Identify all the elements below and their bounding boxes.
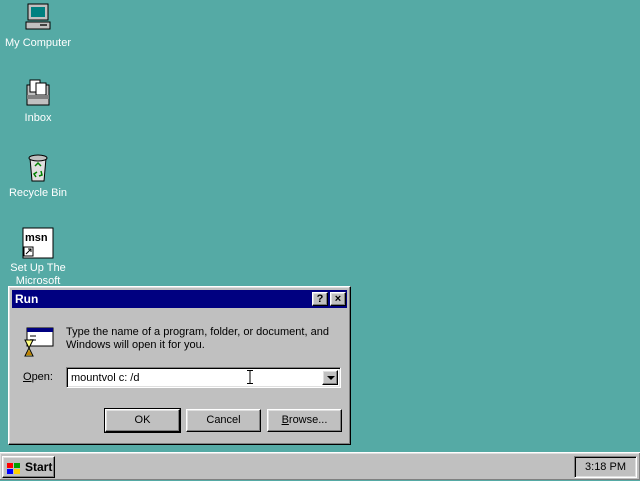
- desktop-icon-label: Inbox: [24, 112, 52, 124]
- open-dropdown-button[interactable]: [322, 370, 338, 385]
- desktop-icon-label: Recycle Bin: [8, 187, 68, 199]
- text-cursor-icon: [247, 370, 253, 384]
- open-label-text: pen:: [31, 371, 53, 383]
- browse-button[interactable]: Browse...: [267, 409, 342, 432]
- cancel-button[interactable]: Cancel: [186, 409, 261, 432]
- open-label: Open:: [23, 371, 53, 383]
- run-prompt-text: Type the name of a program, folder, or d…: [66, 326, 329, 351]
- chevron-down-icon: [327, 376, 335, 380]
- windows-logo-icon: [7, 461, 21, 474]
- msn-icon: msn: [22, 227, 54, 259]
- recycle-bin-icon: [22, 152, 54, 184]
- help-icon: ?: [316, 293, 324, 305]
- ok-button-label: OK: [134, 414, 151, 426]
- inbox-icon: [22, 77, 54, 109]
- desktop-icon-inbox[interactable]: Inbox: [0, 77, 76, 125]
- clock-text: 3:18 PM: [585, 461, 626, 473]
- run-icon: [23, 326, 55, 358]
- desktop-icon-recycle-bin[interactable]: Recycle Bin: [0, 152, 76, 200]
- open-combobox[interactable]: [66, 367, 341, 388]
- desktop-icon-my-computer[interactable]: My Computer: [0, 2, 76, 50]
- close-icon: ×: [334, 293, 342, 305]
- svg-text:msn: msn: [25, 232, 48, 244]
- desktop-icon-label: Set Up The Microsoft: [10, 262, 66, 287]
- cancel-button-label: Cancel: [206, 414, 241, 426]
- run-dialog: Run ? × Type the name of a program, fold…: [8, 286, 351, 445]
- dialog-title: Run: [15, 292, 39, 306]
- taskbar: Start 3:18 PM: [0, 452, 640, 480]
- ok-button[interactable]: OK: [104, 408, 181, 433]
- desktop-icon-label: My Computer: [4, 37, 72, 49]
- browse-button-label: rowse...: [288, 414, 328, 426]
- close-button[interactable]: ×: [330, 292, 346, 306]
- start-label: Start: [25, 460, 53, 474]
- system-tray-clock[interactable]: 3:18 PM: [574, 456, 637, 478]
- open-label-accelerator: O: [23, 371, 32, 383]
- desktop-icon-msn[interactable]: msn Set Up The Microsoft: [0, 227, 76, 288]
- dialog-titlebar[interactable]: Run ? ×: [12, 290, 347, 308]
- start-button[interactable]: Start: [2, 456, 55, 478]
- open-input[interactable]: [69, 370, 321, 385]
- computer-icon: [22, 2, 54, 34]
- help-button[interactable]: ?: [312, 292, 328, 306]
- browse-accelerator: B: [281, 414, 289, 426]
